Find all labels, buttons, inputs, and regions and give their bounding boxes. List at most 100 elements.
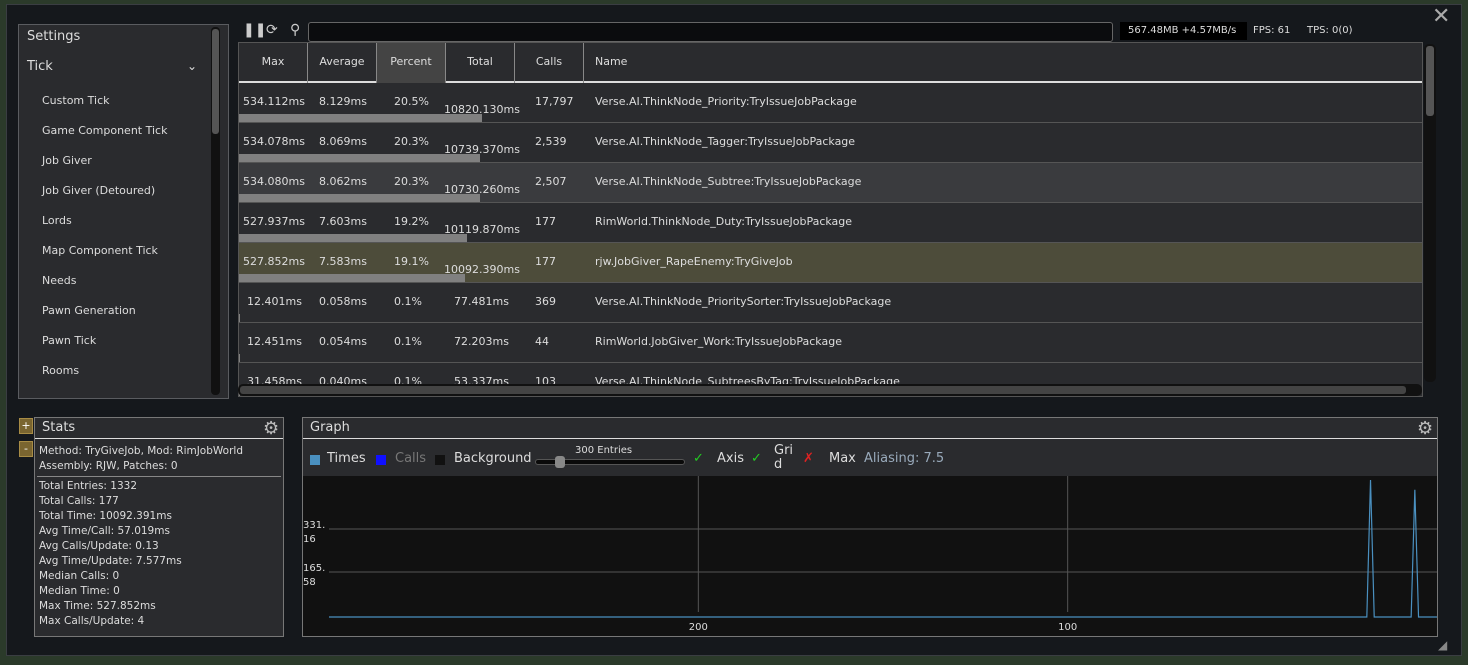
graph-title: Graph [310,420,350,435]
cell-calls: 177 [535,215,556,228]
table-row[interactable]: 12.401ms 0.058ms 0.1% 77.481ms 369 Verse.AI.T… [239,283,1422,323]
cell-total: 10820.130ms [444,103,520,116]
column-header-name[interactable]: Name [584,43,1422,83]
settings-item[interactable]: Rooms [42,364,79,377]
background-color-swatch[interactable] [435,455,445,465]
table-row[interactable]: 534.112ms 8.129ms 20.5% 10820.130ms 17,797 Ve… [239,83,1422,123]
cell-name: rjw.JobGiver_RapeEnemy:TryGiveJob [595,255,793,268]
cell-calls: 2,539 [535,135,567,148]
cell-avg: 0.058ms [319,295,367,308]
settings-scrollbar[interactable] [211,27,220,395]
calls-toggle[interactable]: Calls [395,451,426,466]
column-header-percent[interactable]: Percent [377,43,446,83]
table-row[interactable]: 12.451ms 0.054ms 0.1% 72.203ms 44 RimWorld.Jo… [239,323,1422,363]
gear-icon[interactable]: ⚙ [263,418,279,439]
stats-line: Median Calls: 0 [39,570,120,582]
cell-pct: 20.3% [394,175,429,188]
cell-total: 10730.260ms [444,183,520,196]
column-header-max[interactable]: Max [239,43,308,83]
close-icon[interactable]: ✕ [1432,4,1450,29]
percent-bar [239,314,241,322]
percent-bar [239,354,241,362]
grid-check-icon[interactable]: ✓ [751,451,762,466]
stats-line: Avg Time/Call: 57.019ms [39,525,170,537]
gear-icon[interactable]: ⚙ [1417,418,1433,439]
cell-max: 12.401ms [247,295,302,308]
expand-button[interactable]: + [19,418,33,434]
cell-pct: 0.1% [394,295,422,308]
max-x-icon[interactable]: ✗ [803,451,814,466]
axis-toggle[interactable]: Axis [717,451,744,466]
settings-item[interactable]: Needs [42,274,76,287]
cell-max: 527.937ms [243,215,305,228]
collapse-button[interactable]: - [19,441,33,457]
cell-name: Verse.AI.ThinkNode_Subtree:TryIssueJobPa… [595,175,862,188]
times-color-swatch[interactable] [310,455,320,465]
tick-category[interactable]: Tick [27,59,53,74]
settings-item[interactable]: Lords [42,214,72,227]
search-input[interactable] [308,22,1113,42]
cell-avg: 8.062ms [319,175,367,188]
cell-name: RimWorld.JobGiver_Work:TryIssueJobPackag… [595,335,842,348]
stats-line: Avg Time/Update: 7.577ms [39,555,182,567]
cell-calls: 177 [535,255,556,268]
stats-line: Total Calls: 177 [39,495,119,507]
x-tick-label: 100 [1058,622,1077,633]
cell-total: 77.481ms [454,295,509,308]
column-header-total[interactable]: Total [446,43,515,83]
settings-panel: Settings Tick ⌄ Custom Tick Game Componen… [18,24,229,399]
settings-item[interactable]: Job Giver (Detoured) [42,184,155,197]
max-toggle[interactable]: Max [829,451,856,466]
table-row[interactable]: 534.080ms 8.062ms 20.3% 10730.260ms 2,507 Ver… [239,163,1422,203]
settings-item[interactable]: Pawn Generation [42,304,136,317]
chevron-down-icon[interactable]: ⌄ [187,59,197,73]
graph-plot: 200 100 331. 16 165. 58 [303,476,1437,636]
cell-max: 534.080ms [243,175,305,188]
resize-handle-icon[interactable]: ◢ [1438,638,1447,652]
column-header-average[interactable]: Average [308,43,377,83]
settings-item[interactable]: Game Component Tick [42,124,167,137]
axis-check-icon[interactable]: ✓ [693,451,704,466]
percent-bar [239,234,467,242]
times-toggle[interactable]: Times [327,451,366,466]
x-tick-label: 200 [689,622,708,633]
cell-pct: 0.1% [394,335,422,348]
stats-method: Method: TryGiveJob, Mod: RimJobWorld [39,445,243,457]
settings-title: Settings [27,29,81,44]
cell-pct: 19.1% [394,255,429,268]
settings-item[interactable]: Pawn Tick [42,334,96,347]
fps-readout: FPS: 61 [1253,25,1291,36]
table-horizontal-scrollbar[interactable] [238,384,1422,396]
cell-pct: 20.3% [394,135,429,148]
cell-calls: 369 [535,295,556,308]
search-icon[interactable]: ⚲ [290,22,300,38]
cell-total: 72.203ms [454,335,509,348]
calls-color-swatch[interactable] [376,455,386,465]
stats-line: Max Calls/Update: 4 [39,615,145,627]
cell-avg: 8.129ms [319,95,367,108]
cell-avg: 7.583ms [319,255,367,268]
table-header: Max Average Percent Total Calls Name [239,43,1422,83]
grid-toggle[interactable]: Gri d [774,444,793,472]
graph-svg: 200 100 [329,476,1437,633]
table-row[interactable]: 527.852ms 7.583ms 19.1% 10092.390ms 177 rjw.J… [239,243,1422,283]
settings-item[interactable]: Custom Tick [42,94,110,107]
cell-name: Verse.AI.ThinkNode_PrioritySorter:TryIss… [595,295,892,308]
stats-title: Stats [42,420,76,435]
stats-line: Total Entries: 1332 [39,480,138,492]
settings-item[interactable]: Map Component Tick [42,244,158,257]
cell-max: 534.078ms [243,135,305,148]
entries-slider-handle[interactable] [555,456,565,468]
settings-item[interactable]: Job Giver [42,154,92,167]
stats-line: Median Time: 0 [39,585,120,597]
column-header-calls[interactable]: Calls [515,43,584,83]
cell-total: 10092.390ms [444,263,520,276]
cell-avg: 0.054ms [319,335,367,348]
background-toggle[interactable]: Background [454,451,532,466]
table-row[interactable]: 534.078ms 8.069ms 20.3% 10739.370ms 2,539 Ver… [239,123,1422,163]
pause-icon[interactable]: ❚❚ [243,22,266,38]
refresh-icon[interactable]: ⟳ [266,22,278,38]
aliasing-label[interactable]: Aliasing: 7.5 [864,451,944,466]
table-vertical-scrollbar[interactable] [1424,44,1436,382]
table-row[interactable]: 527.937ms 7.603ms 19.2% 10119.870ms 177 RimWo… [239,203,1422,243]
